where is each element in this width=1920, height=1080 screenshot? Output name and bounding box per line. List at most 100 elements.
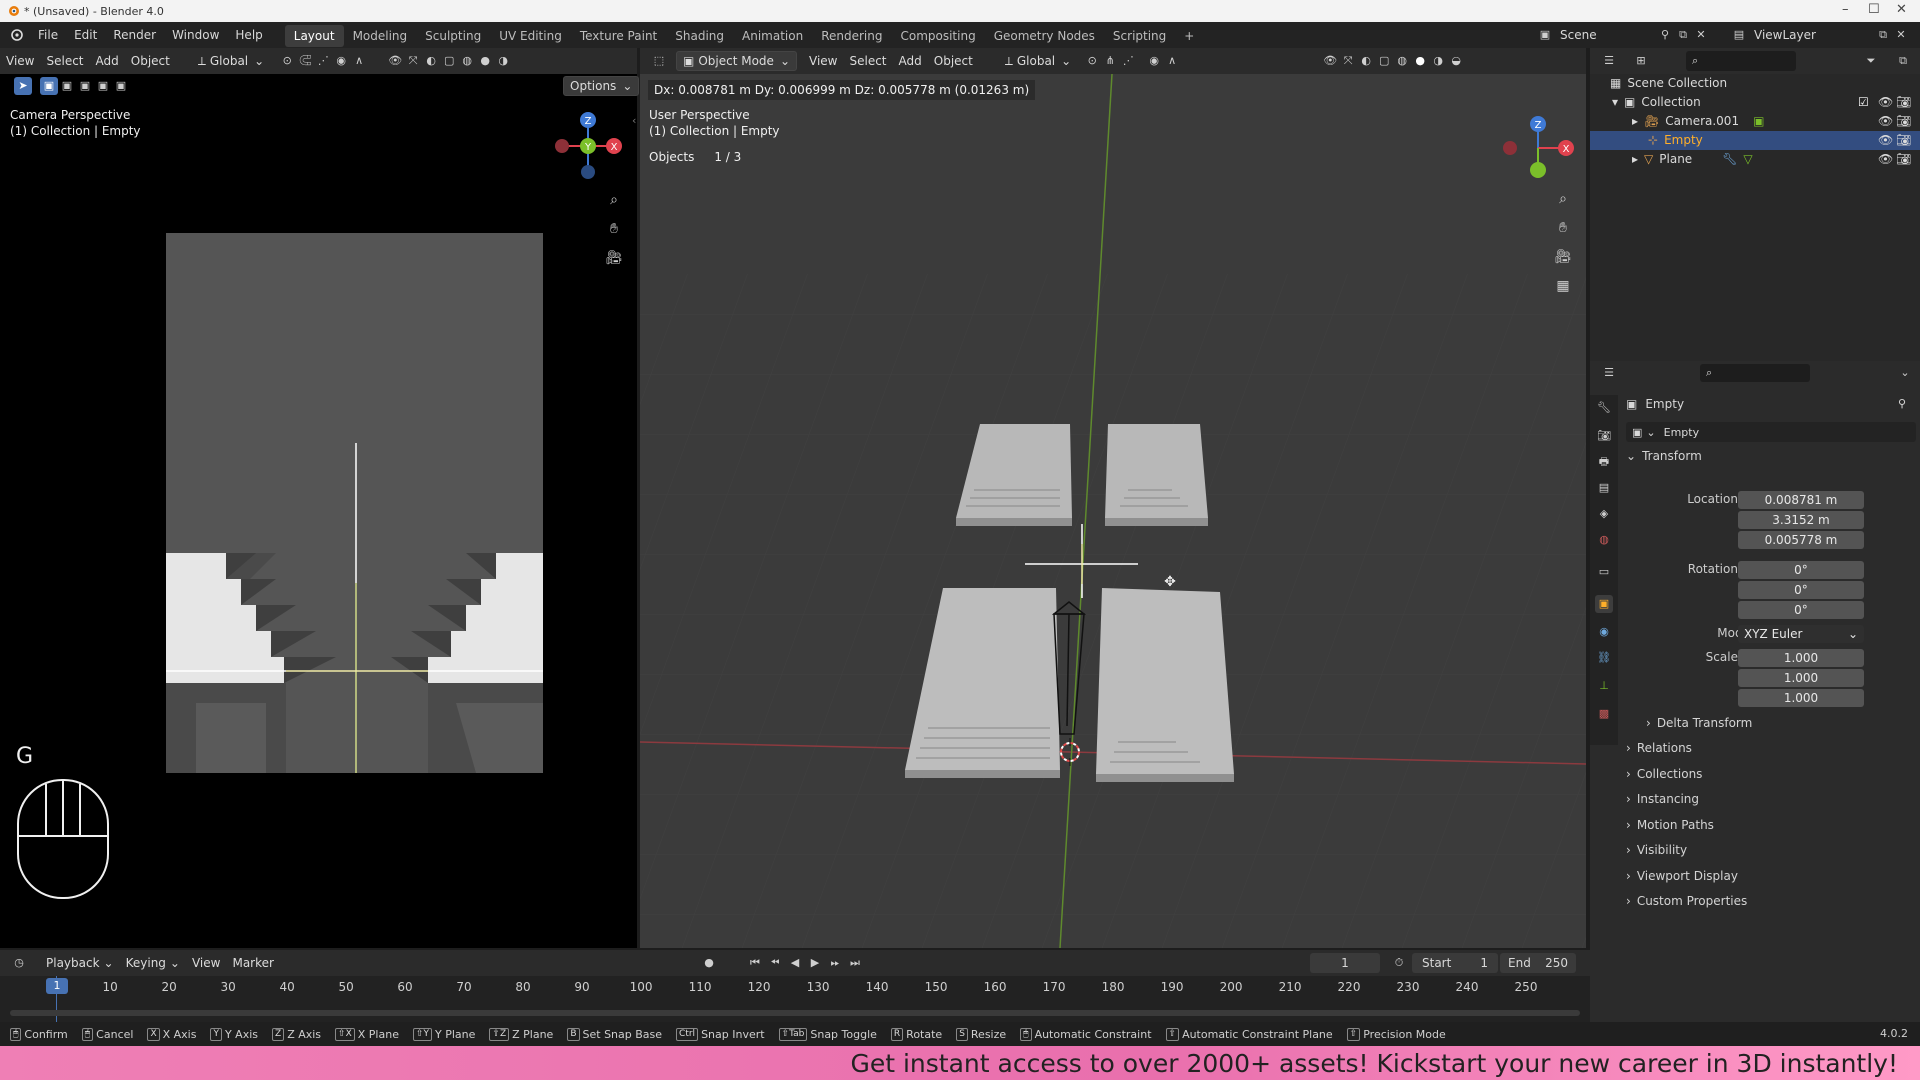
left-menu-add[interactable]: Add (90, 51, 125, 71)
outliner-row-empty[interactable]: ⊹ Empty 👁︎ 📷︎ (1590, 131, 1920, 150)
main-menu-add[interactable]: Add (893, 51, 928, 71)
camera-viewport[interactable]: Camera Perspective (1) Collection | Empt… (0, 98, 637, 948)
add-workspace-button[interactable]: + (1175, 25, 1203, 47)
playhead-frame[interactable]: 1 (46, 978, 68, 994)
proportional-edit-icon[interactable]: ◉ (332, 52, 350, 70)
collapse-arrow-icon[interactable]: ▸ (1632, 150, 1638, 169)
select-new-icon[interactable]: ▣ (40, 77, 58, 95)
overlay-icon[interactable]: ◐ (1357, 52, 1375, 70)
visibility-section[interactable]: › Visibility (1626, 843, 1687, 857)
left-menu-select[interactable]: Select (40, 51, 89, 71)
tab-texture-paint[interactable]: Texture Paint (571, 25, 666, 47)
tab-layout[interactable]: Layout (284, 25, 344, 47)
outliner-editor-icon[interactable]: ☰ (1600, 52, 1618, 70)
end-frame-field[interactable]: End 250 (1500, 953, 1576, 973)
left-menu-object[interactable]: Object (125, 51, 176, 71)
motion-paths-section[interactable]: › Motion Paths (1626, 818, 1714, 832)
outliner-row-collection[interactable]: ▾ ▣ Collection ☑ 👁︎ 📷︎ (1590, 93, 1920, 112)
minimize-icon[interactable]: – (1842, 2, 1849, 17)
zoom-icon[interactable]: ⌕ (605, 191, 623, 209)
instancing-section[interactable]: › Instancing (1626, 792, 1699, 806)
select-subtract-icon[interactable]: ▣ (76, 77, 94, 95)
collection-tab-icon[interactable]: ▭ (1595, 563, 1613, 581)
location-x-field[interactable]: 0.008781 m (1738, 491, 1864, 509)
tab-modeling[interactable]: Modeling (344, 25, 417, 47)
new-viewlayer-icon[interactable]: ⧉ (1874, 26, 1892, 44)
material-shading-icon[interactable]: ◑ (494, 52, 512, 70)
view-layer-tab-icon[interactable]: ▤ (1595, 479, 1613, 497)
scale-z-field[interactable]: 1.000 (1738, 689, 1864, 707)
location-y-field[interactable]: 3.3152 m (1738, 511, 1864, 529)
xray-icon[interactable]: ▢ (440, 52, 458, 70)
mode-dropdown[interactable]: ▣ Object Mode ⌄ (676, 51, 797, 71)
overlay-icon[interactable]: ◐ (422, 52, 440, 70)
output-tab-icon[interactable]: 🖶︎ (1595, 453, 1613, 471)
display-mode-icon[interactable]: ⊞ (1632, 52, 1650, 70)
zoom-icon[interactable]: ⌕ (1554, 190, 1572, 208)
pan-hand-icon[interactable]: ✋︎ (605, 220, 623, 238)
jump-start-icon[interactable]: ⏮ (746, 954, 764, 972)
material-shading-icon[interactable]: ◑ (1429, 52, 1447, 70)
start-frame-field[interactable]: Start 1 (1412, 953, 1498, 973)
collections-section[interactable]: › Collections (1626, 767, 1702, 781)
left-orientation-dropdown[interactable]: ⟂ Global ⌄ (192, 51, 270, 71)
viewlayer-selector[interactable]: ▤ ViewLayer ⧉ ✕ (1730, 25, 1910, 45)
outliner-row-scene-collection[interactable]: ▦ Scene Collection (1590, 74, 1920, 93)
camera-view-icon[interactable]: 🎥︎ (605, 249, 623, 267)
checkbox-icon[interactable]: ☑ (1858, 93, 1869, 112)
custom-properties-section[interactable]: › Custom Properties (1626, 894, 1747, 908)
falloff-icon[interactable]: ∧ (350, 52, 368, 70)
visibility-icon[interactable]: 👁︎ (386, 52, 404, 70)
tab-sculpting[interactable]: Sculpting (416, 25, 490, 47)
location-z-field[interactable]: 0.005778 m (1738, 531, 1864, 549)
editor-type-icon[interactable]: ⬚ (650, 52, 668, 70)
menu-render[interactable]: Render (105, 22, 164, 48)
pivot-icon[interactable]: ⊙ (278, 52, 296, 70)
remove-scene-icon[interactable]: ✕ (1692, 26, 1710, 44)
next-keyframe-icon[interactable]: ⏩︎ (826, 954, 844, 972)
current-frame-field[interactable]: 1 (1310, 953, 1380, 973)
render-camera-icon[interactable]: 📷︎ (1896, 93, 1911, 112)
menu-help[interactable]: Help (227, 22, 270, 48)
blender-menu-icon[interactable] (8, 28, 24, 42)
snap-icon[interactable]: 🧲︎ (296, 52, 314, 70)
gizmo-icon[interactable]: ⤧ (1339, 52, 1357, 70)
eye-icon[interactable]: 👁︎ (1878, 93, 1893, 112)
main-menu-object[interactable]: Object (928, 51, 979, 71)
pivot-icon[interactable]: ⊙ (1083, 52, 1101, 70)
solid-shading-icon[interactable]: ● (476, 52, 494, 70)
world-tab-icon[interactable]: ◍ (1595, 531, 1613, 549)
visibility-icon[interactable]: 👁︎ (1321, 52, 1339, 70)
render-camera-icon[interactable]: 📷︎ (1896, 112, 1911, 131)
delta-transform-section[interactable]: › Delta Transform (1646, 716, 1752, 730)
properties-editor-icon[interactable]: ☰ (1600, 364, 1618, 382)
tab-rendering[interactable]: Rendering (812, 25, 891, 47)
3d-viewport[interactable]: ✥ Dx: 0.008781 m Dy: 0.006999 m Dz: 0.00… (640, 74, 1586, 948)
collapse-arrow-icon[interactable]: ▸ (1632, 112, 1638, 131)
options-dropdown[interactable]: Options ⌄ (563, 76, 640, 96)
relations-section[interactable]: › Relations (1626, 741, 1692, 755)
navigation-gizmo[interactable]: Z X Y (540, 106, 630, 196)
prev-keyframe-icon[interactable]: ⏪︎ (766, 954, 784, 972)
ortho-grid-icon[interactable]: ▦ (1554, 277, 1572, 295)
outliner-search-input[interactable]: ⌕ (1686, 51, 1796, 71)
jump-end-icon[interactable]: ⏭ (846, 954, 864, 972)
record-icon[interactable]: ● (700, 954, 718, 972)
timeline-editor-icon[interactable]: ◷ (10, 954, 28, 972)
timeline-scrollbar[interactable] (10, 1010, 1580, 1016)
main-orientation-dropdown[interactable]: ⟂ Global ⌄ (999, 51, 1077, 71)
camera-view-icon[interactable]: 🎥︎ (1554, 248, 1572, 266)
snap-target-icon[interactable]: ⋰ (1119, 52, 1137, 70)
scale-x-field[interactable]: 1.000 (1738, 649, 1864, 667)
eye-icon[interactable]: 👁︎ (1878, 150, 1893, 169)
xray-icon[interactable]: ▢ (1375, 52, 1393, 70)
filter-icon[interactable]: ⏷ (1862, 52, 1880, 70)
tab-uv-editing[interactable]: UV Editing (490, 25, 571, 47)
scale-y-field[interactable]: 1.000 (1738, 669, 1864, 687)
tab-scripting[interactable]: Scripting (1104, 25, 1175, 47)
tab-animation[interactable]: Animation (733, 25, 812, 47)
promo-banner[interactable]: Get instant access to over 2000+ assets!… (0, 1046, 1920, 1080)
proportional-edit-icon[interactable]: ◉ (1145, 52, 1163, 70)
select-tool-icon[interactable]: ➤ (14, 77, 32, 95)
new-scene-icon[interactable]: ⧉ (1674, 26, 1692, 44)
